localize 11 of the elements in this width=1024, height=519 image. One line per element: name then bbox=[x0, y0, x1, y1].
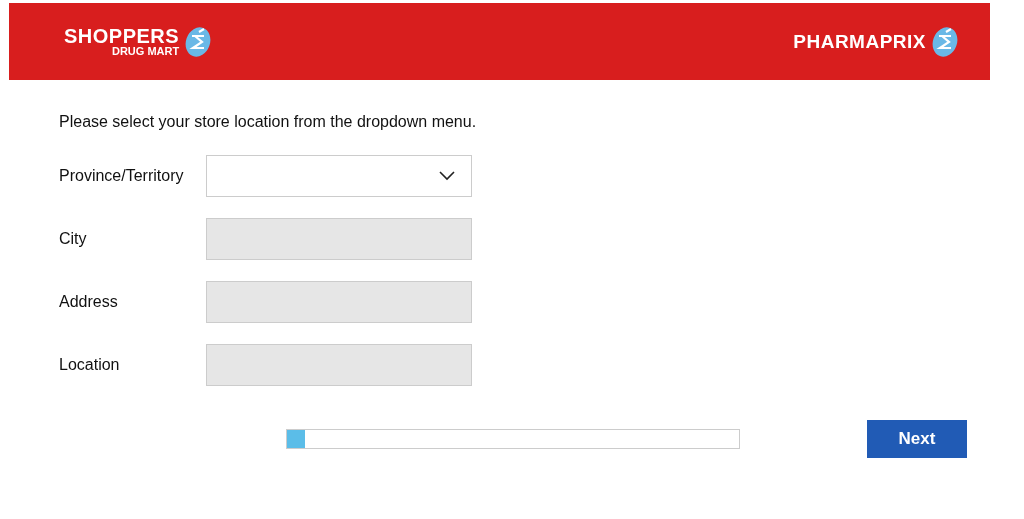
dropdown-field[interactable] bbox=[206, 155, 472, 197]
brand-name: SHOPPERS bbox=[64, 26, 180, 46]
brand-name: PHARMAPRIX bbox=[793, 30, 926, 53]
field-label: Province/Territory bbox=[59, 167, 185, 185]
brand-subname: DRUG MART bbox=[111, 46, 180, 57]
field-label: Address bbox=[59, 293, 119, 311]
field-label: City bbox=[59, 230, 88, 248]
field-label: Location bbox=[59, 356, 121, 374]
instruction-text: Please select your store location from the dropdown menu. bbox=[59, 113, 478, 131]
chevron-down-icon bbox=[439, 171, 455, 181]
next-button[interactable]: Next bbox=[867, 420, 967, 458]
